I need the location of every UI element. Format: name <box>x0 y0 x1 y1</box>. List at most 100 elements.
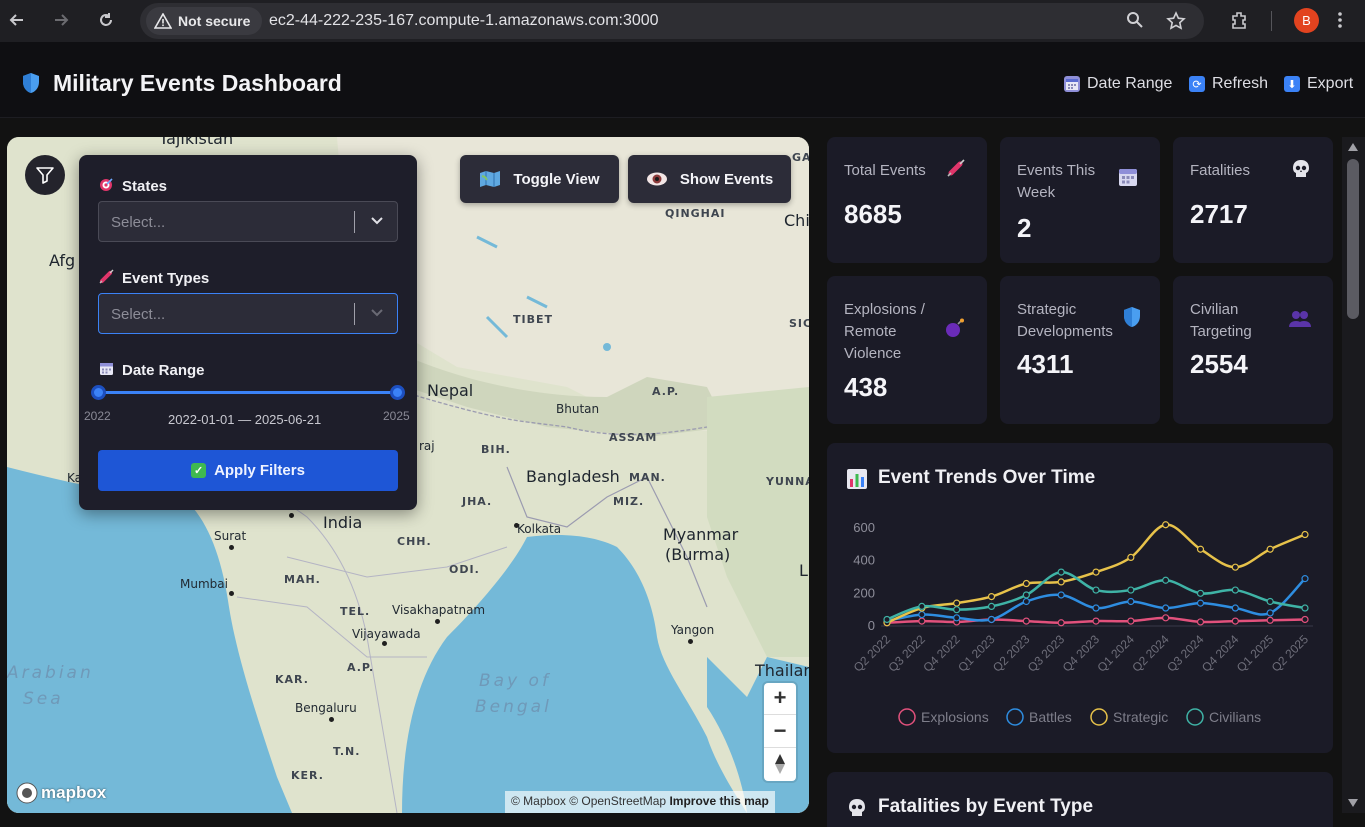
toggle-view-button[interactable]: Toggle View <box>460 155 619 203</box>
stat-value: 2 <box>1017 213 1032 243</box>
mapbox-logo[interactable]: mapbox <box>16 782 106 804</box>
date-range-end-handle[interactable] <box>390 385 405 400</box>
show-events-label: Show Events <box>679 170 774 188</box>
profile-avatar[interactable]: B <box>1294 8 1319 33</box>
zoom-out-button[interactable]: − <box>764 716 796 746</box>
data-point <box>1266 616 1274 624</box>
bookmark-star-icon[interactable] <box>1166 11 1186 36</box>
calendar-icon <box>99 361 114 380</box>
stat-value: 438 <box>844 372 888 402</box>
stat-card-events-this-week: Events This Week 2 <box>1000 137 1160 263</box>
menu-icon[interactable] <box>1337 10 1343 35</box>
apply-filters-label: Apply Filters <box>214 462 305 479</box>
data-point <box>1196 599 1205 607</box>
states-select[interactable]: Select... <box>98 201 398 242</box>
forward-icon[interactable] <box>50 9 72 31</box>
map-label: Kolkata <box>517 522 562 536</box>
back-icon[interactable] <box>6 9 28 31</box>
people-icon <box>1289 310 1311 333</box>
x-tick-label: Q2 2025 <box>1269 632 1312 675</box>
map-view[interactable]: Tajikistan Afg QINGHAI Chi GA TIBET SIC … <box>7 137 809 813</box>
syringe-icon <box>947 159 965 182</box>
event-types-select[interactable]: Select... <box>98 293 398 334</box>
attribution-text[interactable]: © Mapbox © OpenStreetMap <box>511 794 666 808</box>
reload-icon[interactable] <box>95 9 117 31</box>
scroll-thumb[interactable] <box>1347 159 1359 319</box>
show-events-button[interactable]: Show Events <box>628 155 791 203</box>
x-tick-label: Q3 2024 <box>1164 632 1207 675</box>
map-label: raj <box>419 439 435 453</box>
map-label: Bangladesh <box>526 467 620 486</box>
zoom-controls: + − <box>764 683 796 781</box>
date-range-start-handle[interactable] <box>91 385 106 400</box>
map-label: KAR. <box>275 673 309 686</box>
data-point <box>1266 597 1274 606</box>
date-range-filter-label: Date Range <box>99 361 205 380</box>
data-point <box>1196 589 1205 597</box>
shield-icon <box>21 72 41 99</box>
map-label: GA <box>792 151 809 164</box>
security-chip[interactable]: Not secure <box>146 7 263 35</box>
scroll-up-icon[interactable] <box>1348 143 1358 151</box>
city-marker <box>329 717 334 722</box>
city-marker <box>289 513 294 518</box>
improve-map-link[interactable]: Improve this map <box>669 794 768 808</box>
date-range-button[interactable]: Date Range <box>1064 75 1172 93</box>
x-tick-label: Q3 2022 <box>885 632 928 675</box>
bomb-icon <box>945 318 965 343</box>
export-label: Export <box>1307 75 1354 92</box>
event-types-filter-label: Event Types <box>99 269 209 288</box>
x-tick-label: Q1 2025 <box>1234 632 1277 675</box>
select-separator <box>354 211 355 233</box>
stat-value: 2554 <box>1190 349 1248 379</box>
date-range-value: 2022-01-01 — 2025-06-21 <box>168 412 322 427</box>
data-point <box>1022 597 1030 606</box>
skull-icon <box>847 798 867 823</box>
stat-label: Strategic Developments <box>1017 301 1113 340</box>
data-point <box>1092 568 1100 576</box>
data-point <box>1196 545 1205 553</box>
security-label: Not secure <box>178 13 251 29</box>
scroll-down-icon[interactable] <box>1348 799 1358 807</box>
data-point <box>918 602 926 610</box>
apply-filters-button[interactable]: ✓ Apply Filters <box>98 450 398 491</box>
checkmark-icon: ✓ <box>191 463 207 478</box>
zoom-divider <box>764 714 796 715</box>
x-tick-label: Q2 2024 <box>1129 632 1172 675</box>
compass-button[interactable] <box>764 749 796 779</box>
stat-card-total-events: Total Events 8685 <box>827 137 987 263</box>
map-label: Myanmar <box>663 525 739 544</box>
map-label: Bengal <box>475 697 552 717</box>
x-tick-label: Q1 2023 <box>955 632 998 675</box>
data-point <box>987 593 996 601</box>
map-label: Bhutan <box>556 402 600 416</box>
date-range-slider-track[interactable] <box>98 391 398 394</box>
address-bar[interactable]: Not secure ec2-44-222-235-167.compute-1.… <box>140 3 1204 39</box>
map-label: MAN. <box>629 471 666 484</box>
map-label: SIC <box>789 317 809 330</box>
panel-scrollbar[interactable] <box>1342 137 1365 813</box>
data-point <box>1301 615 1309 624</box>
map-label: A.P. <box>347 661 375 674</box>
map-attribution: © Mapbox © OpenStreetMap Improve this ma… <box>505 791 775 813</box>
select-separator <box>354 303 355 325</box>
data-point <box>1266 609 1274 617</box>
stat-label: Fatalities <box>1190 162 1251 179</box>
data-point <box>883 615 891 624</box>
chevron-down-icon[interactable] <box>369 212 385 233</box>
mapbox-logo-text: mapbox <box>41 783 107 802</box>
chevron-down-icon[interactable] <box>369 304 385 325</box>
extensions-icon[interactable] <box>1230 10 1250 35</box>
stat-card-civilian: Civilian Targeting 2554 <box>1173 276 1333 424</box>
zoom-in-button[interactable]: + <box>764 683 796 713</box>
data-point <box>1057 568 1065 576</box>
legend-label: Civilians <box>1209 709 1261 725</box>
card-title: Fatalities by Event Type <box>878 796 1094 817</box>
refresh-button[interactable]: ⟳ Refresh <box>1189 75 1268 93</box>
filter-toggle-button[interactable] <box>25 155 65 195</box>
stat-label: Events This Week <box>1017 162 1096 201</box>
event-trends-card: Event Trends Over Time 600 400 200 0 Q2 2022… <box>827 443 1333 753</box>
map-label: MAH. <box>284 573 321 586</box>
export-button[interactable]: ⬇ Export <box>1284 75 1353 93</box>
zoom-icon[interactable] <box>1126 11 1144 34</box>
